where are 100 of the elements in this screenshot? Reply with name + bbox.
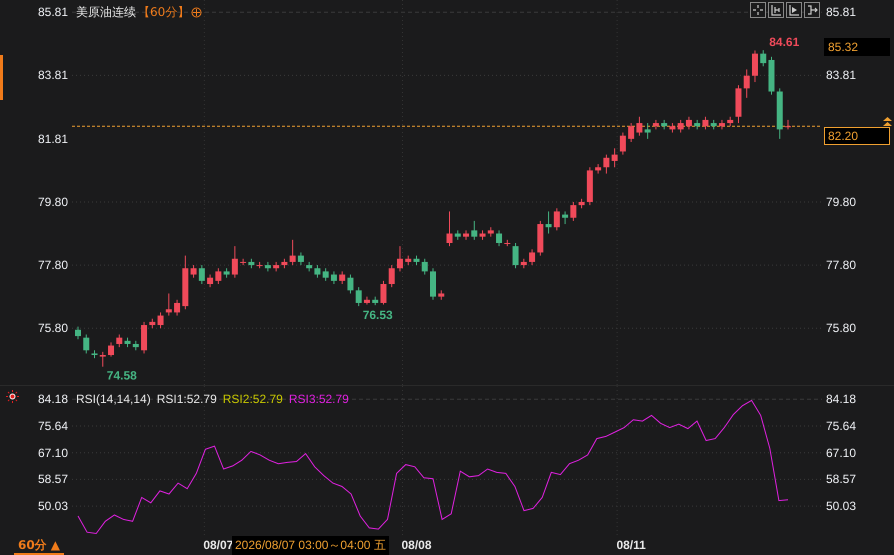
candlestick: [430, 268, 436, 300]
axis-label: 75.64: [826, 418, 856, 433]
candlestick: [256, 261, 263, 269]
candlestick: [644, 122, 651, 140]
candlestick: [595, 164, 602, 174]
candlestick: [537, 220, 544, 256]
candlestick: [438, 290, 444, 300]
chart-tool-button[interactable]: [750, 2, 766, 18]
candlestick: [636, 116, 642, 136]
add-circle-icon[interactable]: [191, 7, 202, 18]
candlestick: [678, 119, 684, 134]
candlestick: [578, 198, 585, 209]
axis-label: 75.64: [38, 418, 68, 433]
candlestick: [116, 334, 122, 348]
chart-tool-button[interactable]: [768, 2, 784, 18]
axis-label: 84.18: [38, 392, 68, 406]
date-label: 08/11: [616, 538, 646, 552]
chart-tool-button[interactable]: [804, 2, 820, 18]
candlestick: [586, 166, 593, 206]
chart-tool-button[interactable]: [786, 2, 802, 18]
candlestick: [620, 132, 626, 156]
candlestick: [132, 340, 139, 351]
candlestick: [372, 296, 378, 306]
legend-label: RSI3:52.79: [288, 392, 349, 406]
candlestick: [108, 342, 114, 358]
candlestick: [356, 286, 362, 307]
play-icon: [788, 4, 800, 16]
candlestick: [652, 119, 659, 130]
double-caret-icon[interactable]: [883, 117, 892, 126]
candlestick: [710, 119, 717, 130]
candlestick: [290, 239, 296, 266]
candlestick: [166, 292, 172, 316]
axis-label: 50.03: [826, 499, 856, 514]
candlestick: [744, 68, 750, 98]
candlestick: [347, 274, 354, 294]
candlestick: [702, 116, 708, 130]
candlestick: [174, 299, 180, 316]
candlestick: [306, 261, 312, 272]
candlestick: [785, 119, 791, 130]
candlestick: [322, 268, 329, 282]
candlestick: [414, 255, 420, 266]
candlestick: [446, 210, 452, 247]
candlestick: [149, 318, 156, 329]
candlestick: [100, 351, 106, 368]
candlestick: [488, 226, 494, 238]
instrument-name: 美原油连续: [76, 4, 136, 21]
candlestick: [232, 246, 238, 278]
axis-label: 75.80: [38, 321, 68, 336]
axis-label: 85.81: [38, 5, 68, 20]
candlestick: [669, 122, 676, 134]
axis-label: 79.80: [38, 194, 68, 209]
candlestick: [546, 210, 552, 234]
candlestick: [330, 270, 337, 285]
candlestick: [718, 119, 725, 130]
candlestick: [422, 258, 428, 276]
candlestick: [612, 148, 618, 168]
candlestick: [182, 255, 188, 310]
candlestick: [727, 116, 734, 127]
axis-label: 84.18: [826, 392, 856, 406]
candlestick: [463, 230, 470, 240]
axis-label: 58.57: [38, 472, 68, 486]
axis-label: 81.81: [38, 132, 68, 146]
candlestick: [298, 252, 304, 266]
candlestick: [190, 264, 197, 278]
high-price-label: 84.61: [769, 35, 800, 50]
axis-label: 77.80: [826, 258, 856, 272]
candlestick: [248, 258, 254, 269]
candlestick: [628, 122, 634, 142]
last-price-label: 82.20: [824, 127, 890, 146]
candlestick: [224, 268, 230, 278]
crosshair-icon: [752, 4, 764, 16]
candlestick: [364, 296, 370, 306]
axis-label: 83.81: [826, 68, 856, 82]
candlestick: [512, 242, 519, 269]
date-label: 08/08: [401, 538, 432, 552]
candlestick: [396, 246, 403, 272]
cursor-time-label: 2026/08/07 03:00～04:00 五: [232, 536, 389, 555]
axis-label: 83.81: [38, 68, 68, 82]
candlestick: [661, 119, 668, 130]
candlestick: [240, 258, 246, 266]
legend-label: RSI2:52.79: [222, 392, 283, 406]
axis-label: 58.57: [826, 472, 856, 486]
candlestick: [454, 230, 461, 240]
candlestick: [776, 88, 783, 140]
low-price-label: 76.53: [362, 308, 393, 322]
candlestick: [281, 258, 288, 269]
axis-label: 75.80: [826, 321, 856, 336]
period-tab[interactable]: 60分 ▲: [14, 535, 64, 555]
candlestick: [694, 119, 700, 130]
candlestick: [496, 230, 502, 247]
candlestick: [207, 274, 214, 288]
candlestick: [752, 50, 758, 83]
cursor-price-label: 85.32: [824, 38, 890, 56]
axis-fit-icon: [770, 4, 782, 16]
settings-dot-icon[interactable]: [6, 390, 19, 403]
candlestick: [520, 258, 527, 269]
candlestick: [215, 268, 222, 285]
candlestick: [603, 154, 610, 174]
candlestick: [264, 261, 271, 272]
candlestick: [124, 337, 131, 348]
